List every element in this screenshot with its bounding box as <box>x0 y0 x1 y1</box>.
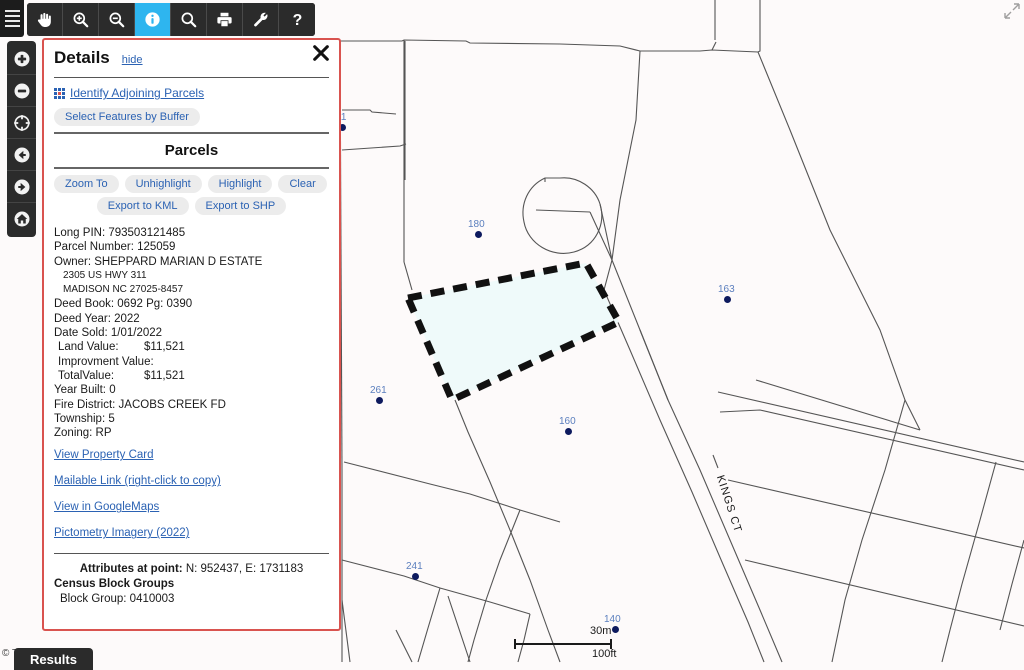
buffer-row: Select Features by Buffer <box>54 108 329 126</box>
attributes-at-point-line: Attributes at point: N: 952437, E: 17311… <box>54 562 329 577</box>
identify-adjoining-parcels-row[interactable]: Identify Adjoining Parcels <box>54 86 329 100</box>
svg-text:?: ? <box>292 12 302 29</box>
crosshair-icon <box>13 114 30 131</box>
zoom-out-tool-button[interactable] <box>99 3 135 36</box>
attr-year-built: Year Built: 0 <box>54 384 116 397</box>
scale-label-imperial: 100ft <box>592 648 617 660</box>
unhighlight-button[interactable]: Unhighlight <box>124 175 202 193</box>
map-navigation-controls <box>7 41 36 237</box>
attr-deed-book: Deed Book: 0692 Pg: 0390 <box>54 298 193 311</box>
print-tool-button[interactable] <box>207 3 243 36</box>
parcel-marker-dot <box>612 626 619 633</box>
export-to-shp-button[interactable]: Export to SHP <box>194 197 287 215</box>
attributes-at-point-label: Attributes at point: <box>79 563 183 576</box>
pan-right-button[interactable] <box>7 171 36 203</box>
divider <box>54 553 329 555</box>
grid-icon <box>54 87 65 99</box>
question-icon: ? <box>292 12 302 29</box>
attr-parcel-number: Parcel Number: 125059 <box>54 241 176 254</box>
zoom-out-button[interactable] <box>7 75 36 107</box>
locate-button[interactable] <box>7 107 36 139</box>
attr-deed-year: Deed Year: 2022 <box>54 312 140 325</box>
search-tool-button[interactable] <box>171 3 207 36</box>
pan-tool-button[interactable] <box>27 3 63 36</box>
page-title: Details <box>54 48 110 67</box>
zoom-in-button[interactable] <box>7 43 36 75</box>
attr-owner-address-2: MADISON NC 27025-8457 <box>63 284 184 296</box>
search-icon <box>181 12 197 28</box>
attr-long-pin: Long PIN: 793503121485 <box>54 227 186 239</box>
parcel-attributes: Long PIN: 793503121485 Parcel Number: 12… <box>54 226 329 440</box>
identify-tool-button[interactable] <box>135 3 171 36</box>
info-icon <box>145 12 160 27</box>
attr-land-value: Land Value: $11,521 <box>54 340 329 354</box>
plus-icon <box>14 51 29 66</box>
parcel-marker-dot <box>724 296 731 303</box>
attr-owner-address-1: 2305 US HWY 311 <box>63 269 147 281</box>
identify-adjoining-parcels-link[interactable]: Identify Adjoining Parcels <box>70 86 204 100</box>
divider <box>54 167 329 169</box>
census-block-groups-header: Census Block Groups <box>54 578 175 591</box>
arrow-right-icon <box>14 179 29 194</box>
hide-link[interactable]: hide <box>122 54 143 66</box>
parcel-viewer-app: KINGS CT 11 180 163 261 160 241 140 30m … <box>0 0 1024 670</box>
block-group-value: Block Group: 0410003 <box>60 593 175 606</box>
attributes-at-point-block: Attributes at point: N: 952437, E: 17311… <box>54 562 329 607</box>
attributes-at-point-value: N: 952437, E: 1731183 <box>185 563 304 576</box>
home-icon <box>14 211 29 227</box>
hamburger-icon[interactable] <box>0 0 24 37</box>
details-links: View Property Card Mailable Link (right-… <box>54 449 329 539</box>
details-header: Details hide <box>54 45 329 74</box>
expand-arrow-icon[interactable] <box>1004 3 1020 19</box>
zoom-to-button[interactable]: Zoom To <box>54 175 119 193</box>
zoom-in-icon <box>73 12 89 28</box>
attr-owner: Owner: SHEPPARD MARIAN D ESTATE <box>54 255 263 268</box>
attr-fire-district: Fire District: JACOBS CREEK FD <box>54 398 226 411</box>
map-toolbar: ? <box>27 3 315 36</box>
hand-icon <box>37 12 51 27</box>
export-to-kml-button[interactable]: Export to KML <box>96 197 189 215</box>
scale-label-metric: 30m <box>590 625 612 637</box>
attr-total-value-label: TotalValue: <box>58 369 115 382</box>
parcel-actions-row-1: Zoom To Unhighlight Highlight Clear <box>54 175 329 193</box>
attr-improvement-value-label: Improvment Value: <box>58 355 154 368</box>
attr-improvement-value: Improvment Value: <box>54 355 329 369</box>
attr-total-value: TotalValue: $11,521 <box>54 369 329 383</box>
parcel-marker-dot <box>376 397 383 404</box>
attr-land-value-amount: $11,521 <box>144 341 185 354</box>
details-panel: Details hide Identify Adjoining Parcels … <box>42 38 341 631</box>
highlight-button[interactable]: Highlight <box>207 175 273 193</box>
arrow-left-icon <box>14 147 29 162</box>
home-extent-button[interactable] <box>7 203 36 235</box>
divider <box>54 132 329 134</box>
attr-date-sold: Date Sold: 1/01/2022 <box>54 327 163 340</box>
parcel-actions-row-2: Export to KML Export to SHP <box>54 197 329 215</box>
close-icon[interactable] <box>312 44 330 62</box>
attr-total-value-amount: $11,521 <box>144 369 185 382</box>
printer-icon <box>217 12 232 27</box>
results-tab[interactable]: Results <box>14 648 93 670</box>
pan-left-button[interactable] <box>7 139 36 171</box>
pictometry-imagery-link[interactable]: Pictometry Imagery (2022) <box>54 527 329 539</box>
attr-township: Township: 5 <box>54 412 115 425</box>
attr-zoning: Zoning: RP <box>54 427 112 440</box>
zoom-in-tool-button[interactable] <box>63 3 99 36</box>
attr-land-value-label: Land Value: <box>58 341 119 354</box>
mailable-link[interactable]: Mailable Link (right-click to copy) <box>54 475 329 487</box>
view-property-card-link[interactable]: View Property Card <box>54 449 329 461</box>
parcel-marker-dot <box>412 573 419 580</box>
divider <box>54 77 329 78</box>
clear-button[interactable]: Clear <box>278 175 327 193</box>
select-features-by-buffer-button[interactable]: Select Features by Buffer <box>54 108 200 126</box>
tools-wrench-button[interactable] <box>243 3 279 36</box>
view-in-googlemaps-link[interactable]: View in GoogleMaps <box>54 501 329 513</box>
wrench-icon <box>254 12 268 27</box>
parcel-marker-dot <box>475 231 482 238</box>
zoom-out-icon <box>109 12 125 28</box>
parcel-marker-dot <box>565 428 572 435</box>
help-tool-button[interactable]: ? <box>279 3 315 36</box>
section-title-parcels: Parcels <box>164 142 219 159</box>
minus-icon <box>14 83 29 98</box>
